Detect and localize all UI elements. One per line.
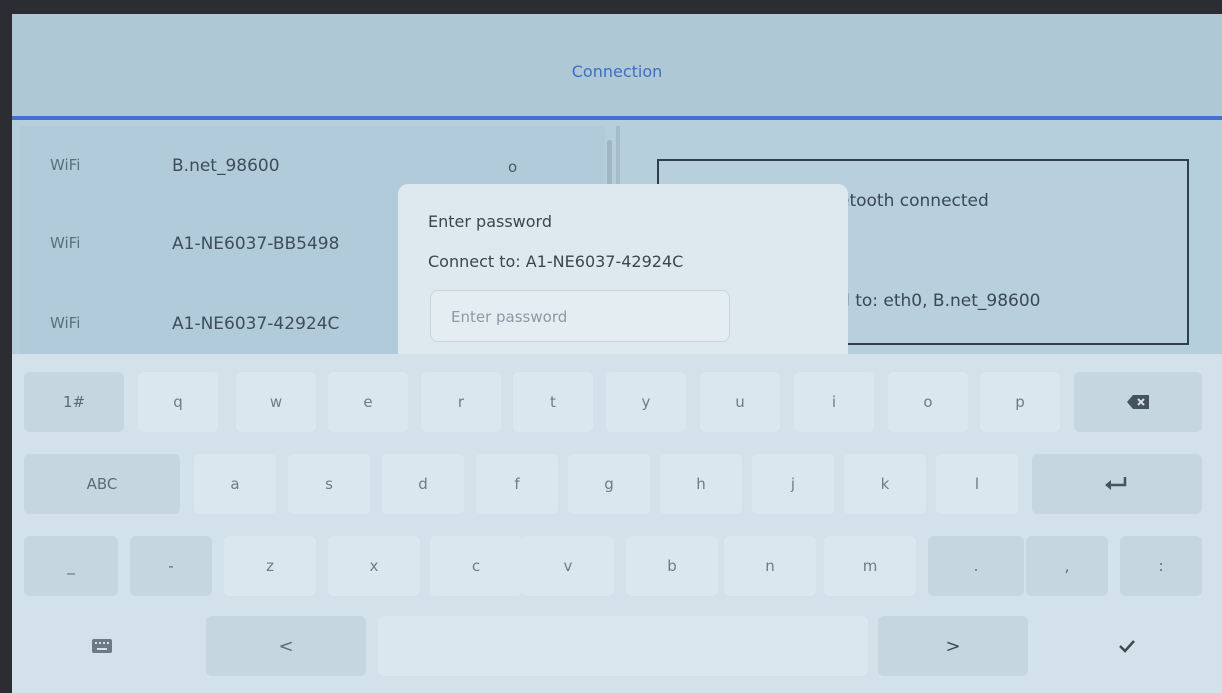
key-keyboard-toggle[interactable] xyxy=(24,616,180,676)
key-c[interactable]: c xyxy=(430,536,522,596)
dialog-subtitle: Connect to: A1-NE6037-42924C xyxy=(428,252,684,271)
key-cursor-right[interactable]: > xyxy=(878,616,1028,676)
key-cursor-left[interactable]: < xyxy=(206,616,366,676)
key-d[interactable]: d xyxy=(382,454,464,514)
key-x[interactable]: x xyxy=(328,536,420,596)
key-q[interactable]: q xyxy=(138,372,218,432)
key-u[interactable]: u xyxy=(700,372,780,432)
key-h[interactable]: h xyxy=(660,454,742,514)
key-z[interactable]: z xyxy=(224,536,316,596)
key-s[interactable]: s xyxy=(288,454,370,514)
key-t[interactable]: t xyxy=(513,372,593,432)
screen: Connection WiFi B.net_98600 o WiFi A1-NE… xyxy=(12,14,1222,693)
password-input[interactable]: Enter password xyxy=(430,290,730,342)
key-comma[interactable]: , xyxy=(1026,536,1108,596)
password-dialog: Enter password Connect to: A1-NE6037-429… xyxy=(398,184,848,362)
network-status: o xyxy=(508,158,518,176)
key-p[interactable]: p xyxy=(980,372,1060,432)
check-icon xyxy=(1118,639,1136,653)
key-space[interactable] xyxy=(378,616,868,676)
key-symbols[interactable]: 1# xyxy=(24,372,124,432)
page-title: Connection xyxy=(571,62,663,81)
key-j[interactable]: j xyxy=(752,454,834,514)
key-colon[interactable]: : xyxy=(1120,536,1202,596)
key-enter[interactable] xyxy=(1032,454,1202,514)
network-name: A1-NE6037-42924C xyxy=(172,314,340,334)
bluetooth-status: etooth connected xyxy=(839,191,989,211)
key-e[interactable]: e xyxy=(328,372,408,432)
key-g[interactable]: g xyxy=(568,454,650,514)
key-k[interactable]: k xyxy=(844,454,926,514)
network-type: WiFi xyxy=(50,156,81,174)
network-name: A1-NE6037-BB5498 xyxy=(172,234,340,254)
title-bar: Connection xyxy=(12,14,1222,118)
key-o[interactable]: o xyxy=(888,372,968,432)
key-y[interactable]: y xyxy=(606,372,686,432)
key-a[interactable]: a xyxy=(194,454,276,514)
key-l[interactable]: l xyxy=(936,454,1018,514)
network-name: B.net_98600 xyxy=(172,156,280,176)
keyboard-icon xyxy=(92,639,112,653)
network-type: WiFi xyxy=(50,234,81,252)
dialog-title: Enter password xyxy=(428,212,552,231)
key-i[interactable]: i xyxy=(794,372,874,432)
backspace-icon xyxy=(1127,395,1149,409)
key-w[interactable]: w xyxy=(236,372,316,432)
key-r[interactable]: r xyxy=(421,372,501,432)
key-dash[interactable]: - xyxy=(130,536,212,596)
network-type: WiFi xyxy=(50,314,81,332)
key-backspace[interactable] xyxy=(1074,372,1202,432)
key-f[interactable]: f xyxy=(476,454,558,514)
key-n[interactable]: n xyxy=(724,536,816,596)
enter-icon xyxy=(1105,477,1129,491)
key-underscore[interactable]: _ xyxy=(24,536,118,596)
key-m[interactable]: m xyxy=(824,536,916,596)
key-v[interactable]: v xyxy=(522,536,614,596)
key-b[interactable]: b xyxy=(626,536,718,596)
on-screen-keyboard: 1# q w e r t y u i o p ABC a s d f g h j… xyxy=(12,354,1222,693)
key-period[interactable]: . xyxy=(928,536,1024,596)
key-abc[interactable]: ABC xyxy=(24,454,180,514)
connected-to-status: d to: eth0, B.net_98600 xyxy=(839,291,1041,311)
title-underline xyxy=(12,116,1222,120)
key-confirm[interactable] xyxy=(1052,616,1202,676)
